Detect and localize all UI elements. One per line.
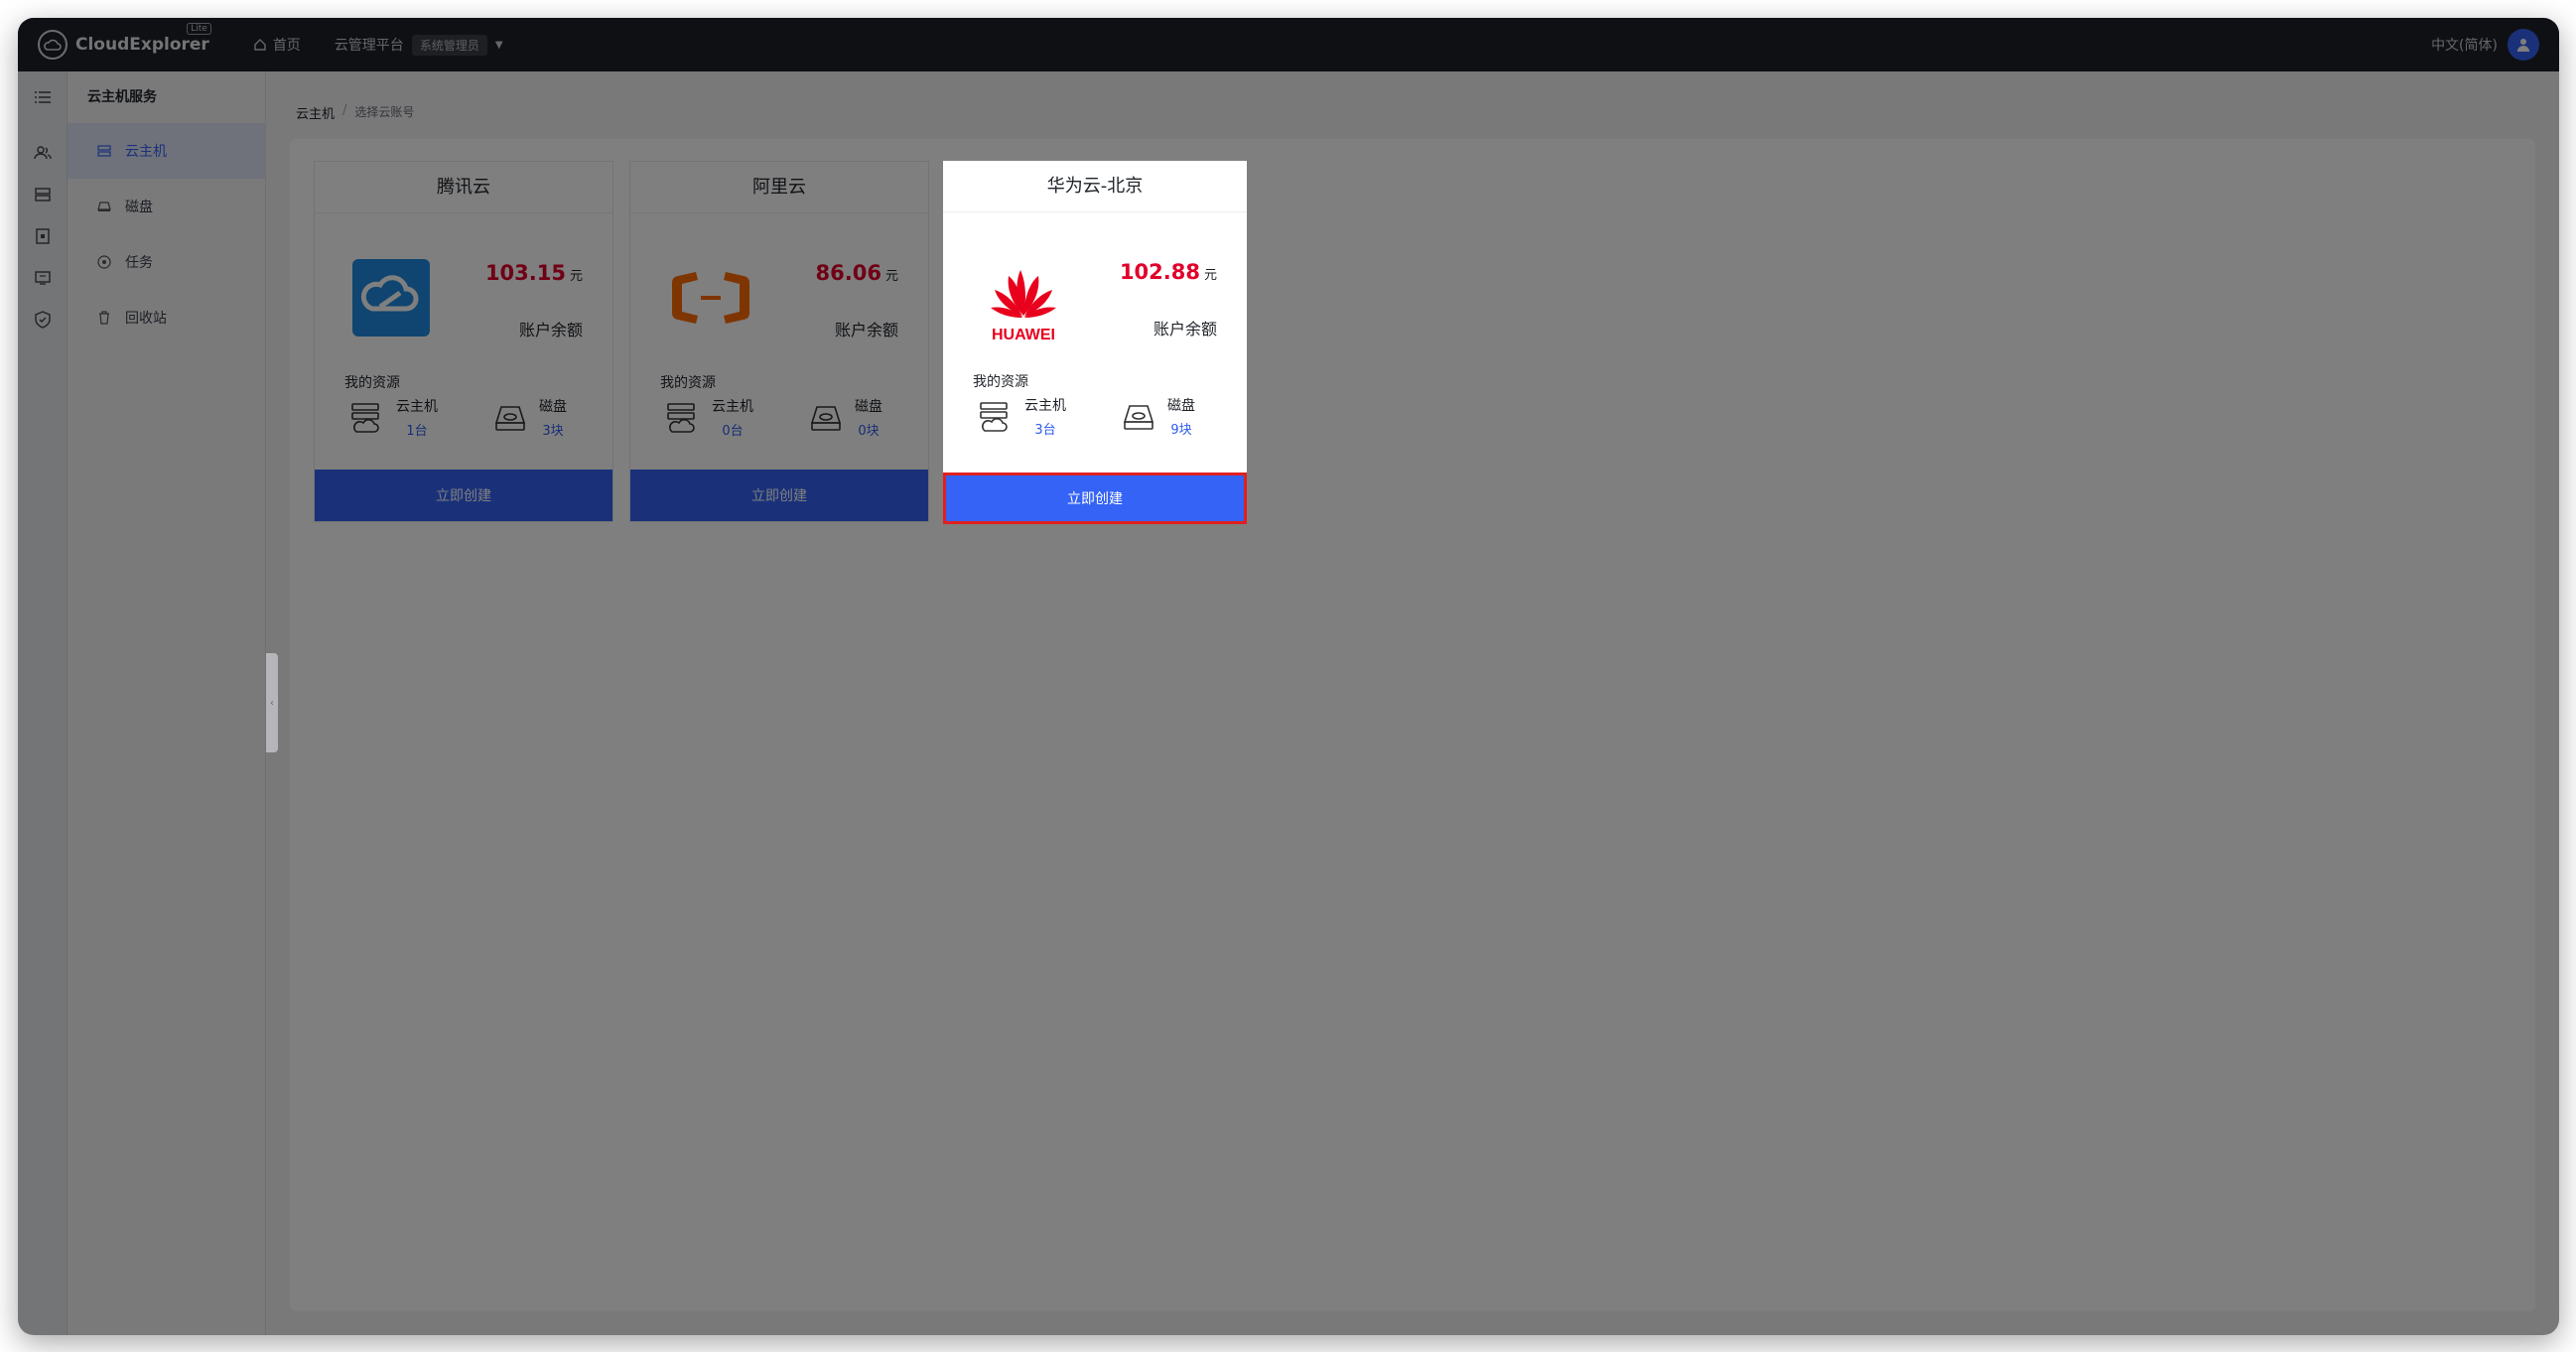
tencent-cloud-logo	[350, 257, 440, 344]
balance-amount: 86.06	[815, 261, 881, 285]
resources-row: 云主机 0台 磁盘 0块	[666, 396, 898, 439]
breadcrumb-separator: /	[342, 103, 347, 118]
resources-row: 云主机 1台 磁盘 3块	[350, 396, 583, 439]
balance-unit: 元	[1203, 268, 1217, 283]
lite-badge: Lite	[187, 23, 211, 35]
cloud-server-icon	[351, 402, 379, 433]
disk-resource[interactable]: 磁盘 3块	[493, 396, 567, 439]
vm-label: 云主机	[712, 399, 753, 415]
vm-label: 云主机	[1024, 398, 1066, 414]
sidebar-item-label: 回收站	[125, 311, 167, 327]
app-window: CloudExplorer Lite 首页 云管理平台 系统管理员 ▼ 中文(简…	[18, 18, 2559, 1335]
cloud-server-icon	[667, 402, 695, 433]
main-area: 云主机 / 选择云账号 腾讯云 103.15 元 账户余额 我的资源 云主机 1…	[266, 71, 2559, 1335]
create-now-button[interactable]: 立即创建	[315, 470, 612, 521]
task-icon	[97, 255, 111, 269]
cloud-account-card: 阿里云 86.06 元 账户余额 我的资源 云主机 0台 磁盘 0块 立即创建	[629, 161, 929, 522]
sidebar-collapse-handle[interactable]: ‹	[266, 653, 278, 752]
balance: 102.88 元	[1120, 260, 1217, 284]
home-icon	[254, 39, 266, 51]
disk-resource[interactable]: 磁盘 0块	[809, 396, 882, 439]
balance-label: 账户余额	[518, 321, 583, 339]
language-switcher[interactable]: 中文(简体)	[2431, 35, 2498, 55]
card-title: 腾讯云	[315, 162, 612, 213]
user-icon	[2517, 39, 2529, 52]
menu-toggle-icon[interactable]	[33, 87, 53, 107]
sidebar-item-label: 磁盘	[125, 200, 153, 215]
caret-down-icon: ▼	[494, 39, 503, 51]
card-title: 华为云-北京	[943, 161, 1247, 212]
monitor-icon[interactable]	[33, 268, 53, 288]
disk-label: 磁盘	[1167, 398, 1195, 414]
create-now-button[interactable]: 立即创建	[630, 470, 928, 521]
vm-count: 0台	[722, 424, 744, 439]
resources-title: 我的资源	[973, 374, 1028, 390]
platform-switcher[interactable]: 云管理平台 系统管理员 ▼	[334, 34, 503, 56]
breadcrumb: 云主机 / 选择云账号	[296, 103, 414, 122]
app-logo[interactable]: CloudExplorer Lite	[38, 23, 211, 60]
app-name: CloudExplorer Lite	[75, 23, 211, 55]
platform-label: 云管理平台	[334, 38, 404, 54]
vm-resource[interactable]: 云主机 1台	[350, 396, 438, 439]
vm-resource[interactable]: 云主机 0台	[666, 396, 753, 439]
sidebar-item-vm[interactable]: 云主机	[68, 123, 265, 179]
users-icon[interactable]	[33, 143, 53, 163]
resources-title: 我的资源	[660, 375, 716, 391]
balance-amount: 103.15	[484, 261, 566, 285]
sidebar-item-label: 云主机	[125, 144, 167, 160]
server-rail-icon[interactable]	[33, 185, 53, 204]
sidebar-item-task[interactable]: 任务	[68, 234, 265, 290]
vm-resource[interactable]: 云主机 3台	[979, 395, 1066, 438]
disk-drive-icon	[1123, 404, 1154, 430]
vm-count: 1台	[406, 424, 428, 439]
create-now-button-huawei[interactable]: 立即创建	[943, 473, 1247, 524]
aliyun-logo	[666, 257, 755, 344]
content-panel: 腾讯云 103.15 元 账户余额 我的资源 云主机 1台 磁盘 3块 立即创建…	[290, 139, 2535, 1311]
balance-label: 账户余额	[1152, 320, 1217, 338]
balance: 103.15 元	[485, 261, 583, 285]
disk-drive-icon	[810, 405, 842, 431]
cloud-account-card: 腾讯云 103.15 元 账户余额 我的资源 云主机 1台 磁盘 3块 立即创建	[314, 161, 613, 522]
sidebar-item-recycle[interactable]: 回收站	[68, 290, 265, 345]
balance-amount: 102.88	[1119, 260, 1200, 284]
breadcrumb-current: 选择云账号	[354, 105, 415, 119]
disk-resource[interactable]: 磁盘 9块	[1122, 395, 1195, 438]
disk-label: 磁盘	[855, 399, 882, 415]
huawei-wordmark: HUAWEI	[992, 327, 1055, 343]
disk-icon	[97, 202, 111, 211]
cloud-account-card-huawei: 华为云-北京 HUAWEI 102.88 元 账户余额 我的资源 云主机 3台 …	[943, 161, 1247, 524]
sidebar-item-label: 任务	[125, 255, 153, 271]
resources-title: 我的资源	[344, 375, 400, 391]
balance-unit: 元	[884, 269, 898, 284]
balance-label: 账户余额	[834, 321, 898, 339]
server-icon	[97, 145, 111, 157]
resources-row: 云主机 3台 磁盘 9块	[979, 395, 1217, 438]
huawei-logo: HUAWEI	[979, 256, 1068, 343]
role-badge: 系统管理员	[411, 34, 487, 56]
shield-icon[interactable]	[33, 310, 53, 330]
disk-count: 3块	[542, 424, 564, 439]
icon-rail	[18, 71, 68, 1335]
nav-home-label: 首页	[272, 38, 301, 54]
disk-drive-icon	[494, 405, 526, 431]
card-title: 阿里云	[630, 162, 928, 213]
trash-icon	[99, 311, 109, 325]
sidebar-title: 云主机服务	[87, 89, 157, 105]
vm-count: 3台	[1034, 423, 1056, 438]
disk-count: 9块	[1170, 423, 1192, 438]
document-icon[interactable]	[33, 226, 53, 246]
disk-label: 磁盘	[539, 399, 567, 415]
cloud-logo-icon	[38, 30, 68, 60]
disk-count: 0块	[858, 424, 880, 439]
sub-sidebar: 云主机服务 云主机 磁盘 任务 回收站	[68, 71, 266, 1335]
top-bar: CloudExplorer Lite 首页 云管理平台 系统管理员 ▼ 中文(简…	[18, 18, 2559, 71]
vm-label: 云主机	[396, 399, 438, 415]
user-avatar[interactable]	[2508, 29, 2539, 61]
breadcrumb-root[interactable]: 云主机	[296, 103, 335, 122]
sidebar-item-disk[interactable]: 磁盘	[68, 179, 265, 234]
nav-home[interactable]: 首页	[253, 35, 301, 55]
balance: 86.06 元	[816, 261, 898, 285]
balance-unit: 元	[569, 269, 583, 284]
cloud-server-icon	[980, 401, 1008, 432]
